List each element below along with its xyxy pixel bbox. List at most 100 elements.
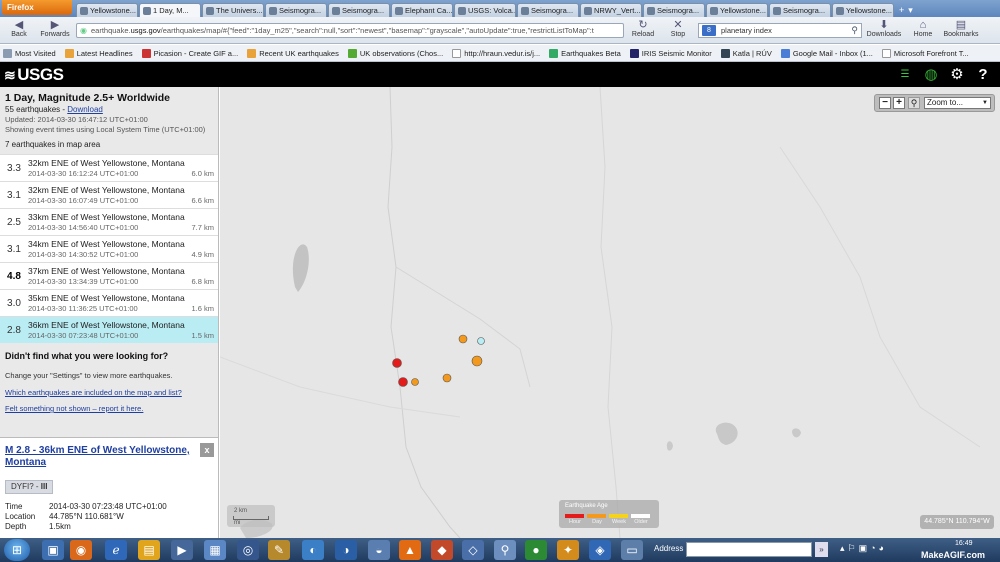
browser-tab[interactable]: The Univers... xyxy=(202,3,264,17)
browser-tab[interactable]: Seismogra... xyxy=(265,3,327,17)
eq-marker-day-2[interactable] xyxy=(442,373,452,383)
bookmarks-button[interactable]: ▤ Bookmarks xyxy=(940,19,982,38)
list-view-icon[interactable]: ☰ xyxy=(894,64,916,85)
earthquake-list-item[interactable]: 4.8 37km ENE of West Yellowstone, Montana… xyxy=(0,262,218,289)
vlc-icon[interactable]: ▲ xyxy=(399,540,421,560)
app-icon[interactable]: ◆ xyxy=(431,540,453,560)
browser-tab[interactable]: Yellowstone... xyxy=(706,3,768,17)
close-button[interactable]: x xyxy=(200,443,214,457)
app-icon[interactable]: ✦ xyxy=(557,540,579,560)
app-icon[interactable]: ◇ xyxy=(462,540,484,560)
zoom-to-select[interactable]: Zoom to... ▼ xyxy=(924,97,991,109)
search-icon[interactable]: ⚲ xyxy=(494,540,516,560)
earthquake-list-item[interactable]: 3.1 32km ENE of West Yellowstone, Montana… xyxy=(0,181,218,208)
bookmark-item[interactable]: Picasion - Create GIF a... xyxy=(141,48,238,58)
help-icon[interactable]: ? xyxy=(972,64,994,85)
earthquake-list-item[interactable]: 3.1 34km ENE of West Yellowstone, Montana… xyxy=(0,235,218,262)
app-icon[interactable]: ◒ xyxy=(368,540,390,560)
eq-marker-hour-2[interactable] xyxy=(398,377,408,387)
page-icon xyxy=(452,48,462,58)
app-icon[interactable]: ◈ xyxy=(589,540,611,560)
earthquake-list-item[interactable]: 3.0 35km ENE of West Yellowstone, Montana… xyxy=(0,289,218,316)
bookmark-item[interactable]: Earthquakes Beta xyxy=(549,48,621,58)
zoom-in-button[interactable]: + xyxy=(893,97,905,109)
eq-marker-day-1[interactable] xyxy=(411,378,419,386)
reload-button[interactable]: ↻ Reload xyxy=(626,19,660,38)
firefox-menu-button[interactable]: Firefox xyxy=(2,0,72,15)
go-arrow-icon[interactable]: » xyxy=(815,542,828,557)
legend-swatch xyxy=(609,514,628,518)
zoom-out-button[interactable]: − xyxy=(879,97,891,109)
browser-tab[interactable]: NRWY_Vert... xyxy=(580,3,642,17)
search-icon[interactable]: ⚲ xyxy=(851,24,858,37)
tab-label: Seismogra... xyxy=(657,6,700,15)
app-icon[interactable]: ◎ xyxy=(237,540,259,560)
app-icon[interactable]: ◑ xyxy=(335,540,357,560)
forward-button[interactable]: ▶ Forwards xyxy=(36,19,74,38)
browser-tab[interactable]: Elephant Ca... xyxy=(391,3,453,17)
bookmark-item[interactable]: Google Mail - Inbox (1... xyxy=(780,48,873,58)
new-tab-button[interactable]: + xyxy=(899,3,904,17)
address-input[interactable] xyxy=(686,542,812,557)
rss-icon xyxy=(64,48,74,58)
bookmark-item[interactable]: IRIS Seismic Monitor xyxy=(629,48,712,58)
tab-list-dropdown-icon[interactable]: ▾ xyxy=(908,3,913,17)
report-felt-link[interactable]: Felt something not shown – report it her… xyxy=(5,404,143,413)
search-input[interactable]: 8 planetary index ⚲ xyxy=(698,23,862,38)
gear-icon[interactable]: ⚙ xyxy=(946,64,968,85)
downloads-button[interactable]: ⬇ Downloads xyxy=(864,19,904,38)
earthquake-list-item[interactable]: 3.3 32km ENE of West Yellowstone, Montana… xyxy=(0,154,218,181)
system-tray[interactable]: ▴⚐▣◔◕ xyxy=(840,543,887,554)
eq-marker-day-3[interactable] xyxy=(458,334,468,344)
eq-marker-hour-1[interactable] xyxy=(392,358,402,368)
app-icon[interactable]: ● xyxy=(525,540,547,560)
browser-tab[interactable]: Yellowstone... xyxy=(832,3,894,17)
browser-tab[interactable]: Seismogra... xyxy=(769,3,831,17)
start-button[interactable]: ⊞ xyxy=(4,539,30,561)
bookmark-item[interactable]: Katla | RÚV xyxy=(720,48,772,58)
browser-tab[interactable]: Yellowstone... xyxy=(76,3,138,17)
browser-tab-active[interactable]: 1 Day, M... xyxy=(139,3,201,17)
browser-tab[interactable]: Seismogra... xyxy=(643,3,705,17)
folder-icon[interactable]: ▤ xyxy=(138,540,160,560)
explorer-icon[interactable]: ▣ xyxy=(42,540,64,560)
usgs-logo[interactable]: ≋ USGS xyxy=(4,65,64,85)
eq-marker-selected[interactable] xyxy=(477,337,485,345)
app-icon[interactable]: ◐ xyxy=(302,540,324,560)
earthquake-depth: 4.9 km xyxy=(191,250,214,259)
firefox-icon[interactable]: ◉ xyxy=(70,540,92,560)
bookmark-item[interactable]: UK observations (Chos... xyxy=(347,48,443,58)
detail-title-link[interactable]: M 2.8 - 36km ENE of West Yellowstone, Mo… xyxy=(5,445,195,469)
home-button[interactable]: ⌂ Home xyxy=(906,19,940,38)
internet-explorer-icon[interactable]: ℯ xyxy=(105,540,127,560)
which-earthquakes-link[interactable]: Which earthquakes are included on the ma… xyxy=(5,388,182,397)
earthquake-time: 2014-03-30 13:34:39 UTC+01:00 xyxy=(28,277,139,286)
eq-marker-day-4[interactable] xyxy=(471,355,483,367)
magnify-icon[interactable]: ⚲ xyxy=(908,97,920,109)
stop-button[interactable]: ✕ Stop xyxy=(661,19,695,38)
legend-item-hour: Hour xyxy=(565,514,585,525)
dyfi-badge[interactable]: DYFI? - III xyxy=(5,480,54,494)
calculator-icon[interactable]: ▦ xyxy=(204,540,226,560)
url-bar[interactable]: ◉ earthquake.usgs.gov/earthquakes/map/#{"… xyxy=(76,23,624,38)
download-link[interactable]: Download xyxy=(67,105,103,114)
zoom-to-label: Zoom to... xyxy=(927,98,964,107)
bookmark-item[interactable]: Most Visited xyxy=(3,48,56,58)
browser-tab[interactable]: Seismogra... xyxy=(517,3,579,17)
earthquake-count: 55 earthquakes - Download xyxy=(5,105,103,114)
home-icon: ⌂ xyxy=(919,19,927,31)
globe-icon[interactable]: ◍ xyxy=(920,64,942,85)
earthquake-list-item[interactable]: 2.8 36km ENE of West Yellowstone, Montana… xyxy=(0,316,218,343)
media-icon[interactable]: ▶ xyxy=(171,540,193,560)
bookmark-item[interactable]: Recent UK earthquakes xyxy=(247,48,339,58)
paint-icon[interactable]: ✎ xyxy=(268,540,290,560)
bookmark-item[interactable]: Latest Headlines xyxy=(64,48,133,58)
browser-tab[interactable]: USGS: Volca... xyxy=(454,3,516,17)
back-button[interactable]: ◀ Back xyxy=(2,19,36,38)
browser-tab[interactable]: Seismogra... xyxy=(328,3,390,17)
bookmark-item[interactable]: http://hraun.vedur.is/j... xyxy=(452,48,540,58)
bookmark-item[interactable]: Microsoft Forefront T... xyxy=(881,48,969,58)
map-view[interactable]: − + ⚲ Zoom to... ▼ 2 km mi Earthquake Age… xyxy=(220,87,1000,538)
earthquake-list-item[interactable]: 2.5 33km ENE of West Yellowstone, Montana… xyxy=(0,208,218,235)
app-icon[interactable]: ▭ xyxy=(621,540,643,560)
